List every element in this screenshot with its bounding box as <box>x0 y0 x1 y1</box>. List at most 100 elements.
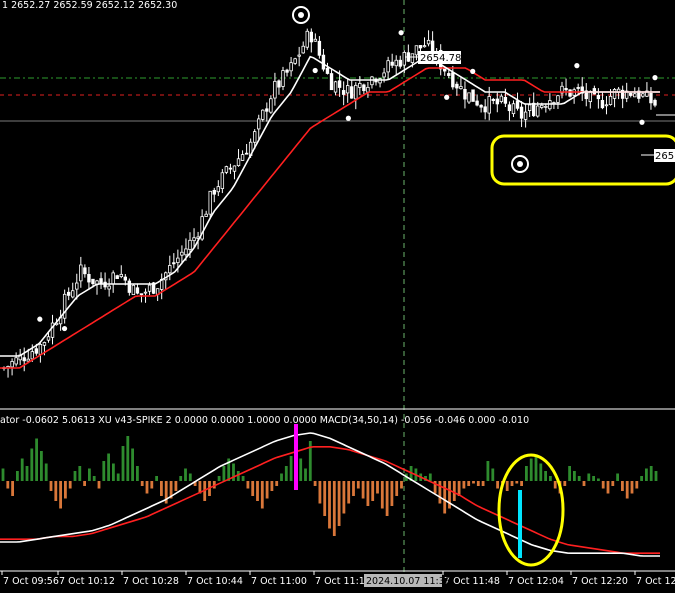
macd-histogram-bar <box>246 481 250 489</box>
candle-body <box>483 106 487 113</box>
candle-body <box>410 53 415 63</box>
macd-histogram-bar <box>78 466 82 481</box>
macd-histogram-bar <box>462 481 466 489</box>
candle-body <box>366 86 370 93</box>
fractal-dot <box>652 75 658 81</box>
fractal-dot <box>639 119 645 125</box>
candle-body <box>71 290 75 298</box>
macd-histogram-bar <box>289 456 293 481</box>
time-tick-label: 7 Oct 11:48 <box>444 576 500 587</box>
candle-body <box>309 31 314 43</box>
spike-bar-cyan <box>518 490 522 558</box>
macd-histogram-bar <box>400 481 403 489</box>
macd-histogram-bar <box>121 446 125 481</box>
candle-body <box>293 58 297 64</box>
candle-body <box>38 344 43 355</box>
macd-histogram-bar <box>438 481 442 504</box>
candle-body <box>313 38 318 42</box>
macd-histogram-bar <box>549 476 552 481</box>
candle-body <box>491 98 495 101</box>
macd-histogram-bar <box>520 481 523 486</box>
macd-histogram-bar <box>496 481 499 489</box>
macd-histogram-bar <box>361 481 365 499</box>
candle-body <box>531 102 536 117</box>
candle-body <box>208 190 212 215</box>
macd-histogram-bar <box>366 481 370 506</box>
candle-body <box>527 104 532 111</box>
macd-histogram-bar <box>64 481 67 499</box>
macd-histogram-bar <box>68 481 72 489</box>
candle-body <box>115 275 119 280</box>
candle-body <box>257 118 261 130</box>
candle-body <box>119 273 123 278</box>
candle-body <box>220 172 225 189</box>
macd-histogram-bar <box>112 463 115 481</box>
candle-body <box>30 351 35 360</box>
ohlc-readout: 1 2652.27 2652.59 2652.12 2652.30 <box>2 0 177 11</box>
candle-body <box>62 293 67 319</box>
macd-histogram-bar <box>16 471 19 481</box>
candle-body <box>22 357 26 362</box>
candle-body <box>273 80 277 99</box>
candle-body <box>422 45 427 48</box>
macd-histogram-bar <box>563 481 567 486</box>
candle-body <box>451 72 455 88</box>
macd-histogram-bar <box>385 481 389 516</box>
candle-body <box>232 165 237 172</box>
macd-histogram-bar <box>6 481 10 489</box>
macd-histogram-bar <box>97 481 101 489</box>
macd-histogram-bar <box>116 473 120 481</box>
candle-body <box>301 45 305 54</box>
candle-body <box>269 98 273 113</box>
macd-histogram-bar <box>443 481 447 514</box>
candle-body <box>641 93 645 97</box>
macd-histogram-bar <box>395 481 399 496</box>
time-tick-label: 7 Oct 10:44 <box>187 576 243 587</box>
candle-body <box>459 86 463 90</box>
fractal-dot <box>398 30 404 36</box>
macd-histogram-bar <box>107 453 110 481</box>
candle-body <box>523 111 528 120</box>
macd-histogram-bar <box>102 461 106 481</box>
candle-body <box>345 85 350 94</box>
time-tick-label: 7 Oct 12:04 <box>508 576 564 587</box>
candle-body <box>588 91 593 103</box>
time-tick-label: 7 Oct 12: <box>636 576 675 587</box>
candle-body <box>143 291 148 294</box>
macd-histogram-bar <box>505 481 509 491</box>
candle-body <box>568 89 572 97</box>
macd-histogram-bar <box>640 476 643 481</box>
macd-histogram-bar <box>92 476 96 481</box>
macd-histogram-bar <box>323 481 327 516</box>
candle-body <box>131 284 136 296</box>
candle-body <box>87 274 91 283</box>
macd-histogram-bar <box>467 481 471 486</box>
candle-body <box>46 336 51 341</box>
candle-body <box>467 92 471 103</box>
candle-body <box>333 81 338 93</box>
candle-body <box>224 166 229 173</box>
spike-bar-magenta <box>294 424 298 490</box>
time-tick-label: 7 Oct 11:00 <box>251 576 307 587</box>
candle-body <box>358 82 362 88</box>
candle-body <box>317 40 322 56</box>
macd-histogram-bar <box>11 481 14 496</box>
fractal-dot <box>345 115 351 121</box>
candle-body <box>463 88 467 100</box>
candle-body <box>66 291 71 296</box>
time-tick-label: 7 Oct 11:16 <box>315 576 371 587</box>
macd-histogram-bar <box>174 481 178 491</box>
macd-histogram-bar <box>582 481 586 486</box>
macd-histogram-bar <box>645 468 648 481</box>
candle-body <box>127 280 132 293</box>
candle-body <box>426 39 431 45</box>
macd-histogram-bar <box>510 481 514 486</box>
macd-histogram-bar <box>232 463 235 481</box>
candle-body <box>289 62 293 72</box>
macd-histogram-bar <box>592 476 595 481</box>
macd-histogram-bar <box>44 463 48 481</box>
candle-body <box>576 87 580 89</box>
candle-body <box>604 104 609 107</box>
macd-histogram-bar <box>313 481 317 486</box>
candle-body <box>107 285 111 290</box>
